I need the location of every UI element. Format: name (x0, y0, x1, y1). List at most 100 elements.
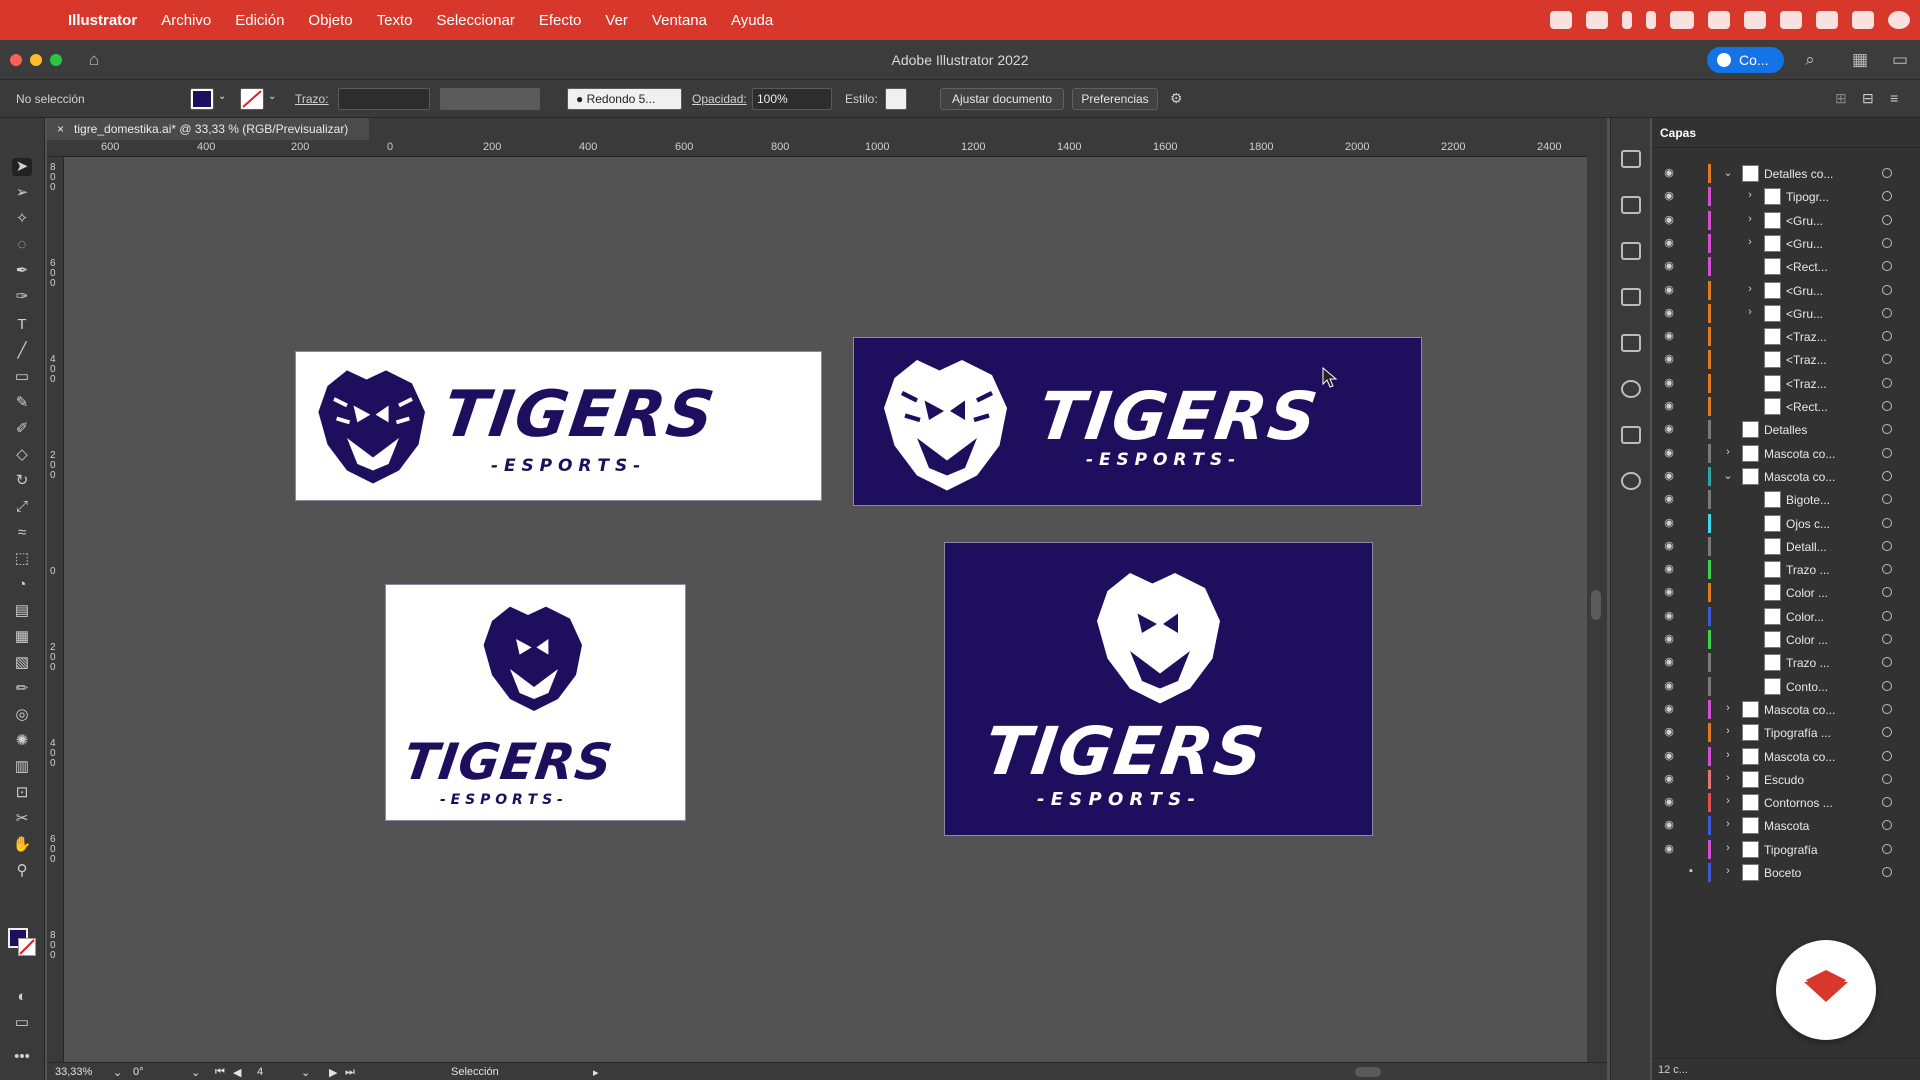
layer-row[interactable]: ◉ › Tipografía ... (1652, 721, 1920, 744)
workspace-icon[interactable]: ▦ (1850, 50, 1870, 70)
stroke-dropdown-icon[interactable]: ⌄ (268, 91, 276, 102)
layer-row[interactable]: ◉ › Tipogr... (1652, 185, 1920, 208)
lock-icon[interactable]: ▪ (1684, 865, 1698, 879)
stroke-indicator[interactable] (18, 938, 36, 956)
temperature-icon[interactable] (1622, 11, 1632, 29)
scale-tool-icon[interactable]: ⤢ (12, 498, 32, 516)
artboard-horizontal-white[interactable]: TIGERS - E S P O R T S - (295, 351, 822, 501)
panel-menu-icon[interactable]: ≡ (1890, 90, 1898, 106)
first-artboard-icon[interactable]: ⏮ (215, 1066, 225, 1079)
visibility-eye-icon[interactable]: ◉ (1662, 818, 1676, 832)
layer-row[interactable]: ◉ Color ... (1652, 628, 1920, 651)
visibility-eye-icon[interactable]: ◉ (1662, 189, 1676, 203)
menu-ayuda[interactable]: Ayuda (719, 12, 785, 29)
chevron-right-icon[interactable]: › (1722, 749, 1734, 763)
swatches-panel-icon[interactable] (1621, 334, 1641, 352)
warp-tool-icon[interactable]: ≈ (12, 524, 32, 542)
gradient-panel-icon[interactable] (1621, 288, 1641, 306)
chevron-right-icon[interactable]: › (1744, 306, 1756, 320)
horizontal-ruler[interactable]: 600 400 200 0 200 400 600 800 1000 1200 … (47, 140, 1587, 157)
layer-target-icon[interactable] (1882, 424, 1892, 435)
visibility-eye-icon[interactable]: ◉ (1662, 632, 1676, 646)
layer-row[interactable]: ◉ ⌄ Detalles co... (1652, 162, 1920, 185)
visibility-eye-icon[interactable]: ◉ (1662, 562, 1676, 576)
screen-mode-icon[interactable]: ▭ (12, 1014, 32, 1032)
layer-row[interactable]: ◉ › Mascota (1652, 814, 1920, 837)
artboard-square-white[interactable]: TIGERS - E S P O R T S - (385, 584, 686, 821)
next-artboard-icon[interactable]: ▶ (329, 1066, 337, 1079)
layer-row[interactable]: ◉ › <Gru... (1652, 279, 1920, 302)
align-icon[interactable]: ⊞ (1835, 90, 1847, 107)
visibility-eye-icon[interactable]: ◉ (1662, 725, 1676, 739)
menu-app-name[interactable]: Illustrator (56, 12, 149, 29)
chevron-right-icon[interactable]: › (1722, 446, 1734, 460)
visibility-eye-icon[interactable]: ◉ (1662, 772, 1676, 786)
visibility-eye-icon[interactable]: ◉ (1662, 399, 1676, 413)
layer-target-icon[interactable] (1882, 564, 1892, 575)
layer-target-icon[interactable] (1882, 377, 1892, 388)
layer-target-icon[interactable] (1882, 680, 1892, 691)
libraries-panel-icon[interactable] (1621, 196, 1641, 214)
layer-target-icon[interactable] (1882, 517, 1892, 528)
layer-target-icon[interactable] (1882, 587, 1892, 598)
layer-target-icon[interactable] (1882, 634, 1892, 644)
eyedropper-icon[interactable]: ✏ (12, 680, 32, 698)
visibility-eye-icon[interactable]: ◉ (1662, 516, 1676, 530)
gradient-tool-icon[interactable]: ▧ (12, 654, 32, 672)
layer-row[interactable]: ◉ <Traz... (1652, 372, 1920, 395)
layer-target-icon[interactable] (1882, 703, 1892, 714)
preferences-button[interactable]: Preferencias (1072, 88, 1158, 110)
zoom-dropdown-icon[interactable]: ⌄ (113, 1066, 122, 1079)
scroll-thumb[interactable] (1355, 1067, 1381, 1077)
visibility-eye-icon[interactable]: ◉ (1662, 259, 1676, 273)
layer-row[interactable]: ◉ Color... (1652, 605, 1920, 628)
menu-edicion[interactable]: Edición (223, 12, 296, 29)
wifi-icon[interactable] (1816, 11, 1838, 29)
visibility-eye-icon[interactable]: ◉ (1662, 842, 1676, 856)
selection-tool-icon[interactable]: ➤ (12, 158, 32, 176)
arrange-icon[interactable]: ⚙ (1170, 90, 1183, 107)
draw-mode-icon[interactable]: ◐ (12, 988, 32, 1006)
layer-target-icon[interactable] (1882, 820, 1892, 831)
chevron-right-icon[interactable]: › (1722, 795, 1734, 809)
visibility-eye-icon[interactable]: ◉ (1662, 795, 1676, 809)
layer-target-icon[interactable] (1882, 797, 1892, 808)
artboard-horizontal-navy[interactable]: TIGERS - E S P O R T S - (853, 337, 1422, 506)
artboard-canvas[interactable]: TIGERS - E S P O R T S - TIGERS - E S P … (64, 157, 1587, 1062)
properties-panel-icon[interactable] (1621, 150, 1641, 168)
layer-target-icon[interactable] (1882, 494, 1892, 505)
prev-artboard-icon[interactable]: ◀ (233, 1066, 241, 1079)
shape-builder-icon[interactable]: ◔ (12, 576, 32, 594)
adjust-document-button[interactable]: Ajustar documento (940, 88, 1064, 110)
appearance-panel-icon[interactable] (1621, 380, 1641, 398)
brush-selector[interactable]: ● Redondo 5... (567, 88, 682, 110)
variable-width-field[interactable] (440, 88, 540, 110)
window-layout-icon[interactable] (1708, 11, 1730, 29)
pen-tool-icon[interactable]: ✒ (12, 262, 32, 280)
layer-row[interactable]: ◉ › Mascota co... (1652, 442, 1920, 465)
rotation-dropdown-icon[interactable]: ⌄ (191, 1066, 200, 1079)
layer-row[interactable]: ◉ Detalles (1652, 418, 1920, 441)
blend-tool-icon[interactable]: ◎ (12, 706, 32, 724)
layer-row[interactable]: ◉ › <Gru... (1652, 209, 1920, 232)
layer-target-icon[interactable] (1882, 540, 1892, 551)
layer-row[interactable]: ◉ Trazo ... (1652, 651, 1920, 674)
bluetooth-icon[interactable] (1646, 11, 1656, 29)
artboard-tool-icon[interactable]: ⊡ (12, 784, 32, 802)
layer-target-icon[interactable] (1882, 657, 1892, 668)
close-tab-icon[interactable]: × (57, 122, 64, 136)
layer-row[interactable]: ◉ <Traz... (1652, 348, 1920, 371)
column-graph-icon[interactable]: ▥ (12, 758, 32, 776)
visibility-eye-icon[interactable]: ◉ (1662, 702, 1676, 716)
style-swatch[interactable] (885, 88, 907, 110)
scroll-thumb[interactable] (1591, 590, 1601, 620)
chevron-right-icon[interactable]: › (1722, 772, 1734, 786)
lasso-icon[interactable]: ◌ (12, 236, 32, 254)
cloud-icon[interactable] (1670, 11, 1694, 29)
hand-tool-icon[interactable]: ✋ (12, 836, 32, 854)
layer-row[interactable]: ◉ ⌄ Mascota co... (1652, 465, 1920, 488)
menu-ver[interactable]: Ver (593, 12, 640, 29)
align-panel-icon[interactable] (1621, 242, 1641, 260)
free-transform-icon[interactable]: ⬚ (12, 550, 32, 568)
direct-selection-tool-icon[interactable]: ➢ (12, 184, 32, 202)
